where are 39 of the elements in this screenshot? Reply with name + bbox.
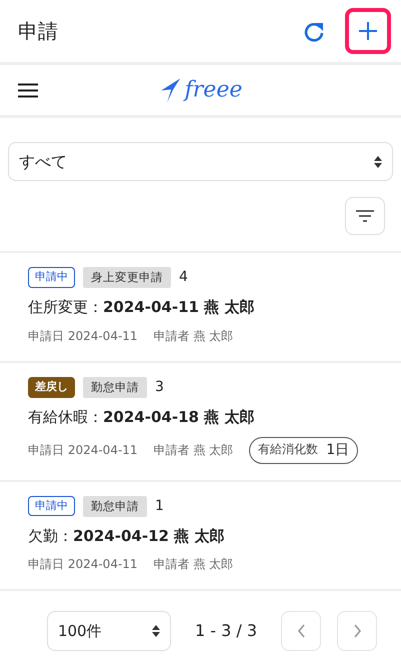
filter-select[interactable]: すべて xyxy=(8,142,393,181)
applicant-name: 申請者 燕 太郎 xyxy=(154,442,234,459)
plus-icon xyxy=(359,22,377,40)
request-count: 1 xyxy=(155,496,164,516)
chevron-left-icon xyxy=(296,624,306,638)
applicant-name: 申請者 燕 太郎 xyxy=(154,556,234,574)
request-date: 申請日 2024-04-11 xyxy=(28,556,138,574)
filter-button[interactable] xyxy=(345,197,385,235)
refresh-icon xyxy=(303,20,325,42)
request-item[interactable]: 申請中 身上変更申請 4 住所変更：2024-04-11 燕 太郎 申請日 2024-04-11 申請者 燕 太郎 xyxy=(0,251,401,361)
request-item[interactable]: 差戻し 勤怠申請 3 有給休暇：2024-04-18 燕 太郎 申請日 2024-04-11 申請者 燕 太郎 有給消化数 1日 xyxy=(0,360,401,480)
dropdown-arrows-icon xyxy=(152,625,160,638)
request-date: 申請日 2024-04-11 xyxy=(28,442,138,459)
leave-days-tag: 有給消化数 1日 xyxy=(249,436,358,464)
status-badge: 申請中 xyxy=(28,267,75,288)
category-tag: 勤怠申請 xyxy=(83,376,147,398)
page-range: 1 - 3 / 3 xyxy=(194,620,257,642)
request-date: 申請日 2024-04-11 xyxy=(28,328,138,345)
menu-icon xyxy=(18,82,38,98)
status-badge: 申請中 xyxy=(28,496,75,516)
category-tag: 勤怠申請 xyxy=(83,496,147,517)
status-badge: 差戻し xyxy=(28,377,75,398)
add-button[interactable] xyxy=(345,8,391,54)
request-item[interactable]: 申請中 勤怠申請 1 欠勤：2024-04-12 燕 太郎 申請日 2024-04-11 申請者 燕 太郎 xyxy=(0,480,401,590)
applicant-name: 申請者 燕 太郎 xyxy=(154,328,234,345)
request-count: 4 xyxy=(179,268,188,288)
chevron-right-icon xyxy=(352,624,362,638)
request-title: 欠勤：2024-04-12 燕 太郎 xyxy=(28,526,226,547)
request-count: 3 xyxy=(155,378,164,397)
page-title: 申請 xyxy=(18,19,58,43)
category-tag: 身上変更申請 xyxy=(83,267,171,288)
menu-button[interactable] xyxy=(18,82,38,98)
request-title: 有給休暇：2024-04-18 燕 太郎 xyxy=(28,407,256,428)
request-title: 住所変更：2024-04-11 燕 太郎 xyxy=(28,297,256,318)
logo: freee xyxy=(158,74,242,106)
dropdown-arrows-icon xyxy=(374,156,382,168)
per-page-select[interactable]: 100件 xyxy=(46,611,171,652)
filter-icon xyxy=(356,210,374,222)
bird-icon xyxy=(158,77,181,103)
